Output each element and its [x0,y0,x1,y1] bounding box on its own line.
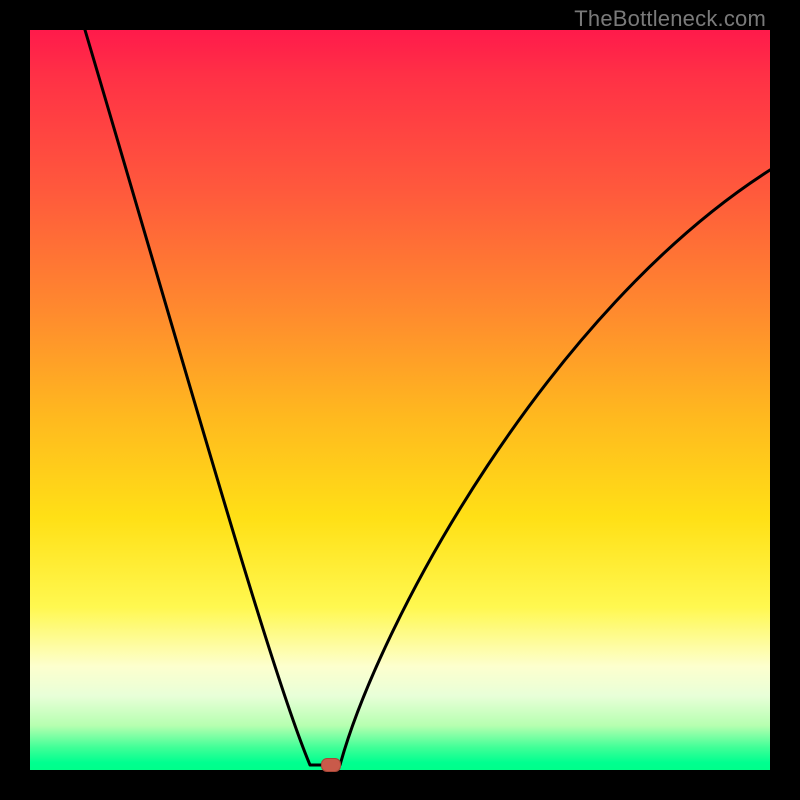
bottleneck-curve-path [85,30,770,765]
plot-area [30,30,770,770]
chart-frame: TheBottleneck.com [0,0,800,800]
curve-svg [30,30,770,770]
watermark-text: TheBottleneck.com [574,6,766,32]
optimum-marker [321,758,341,772]
